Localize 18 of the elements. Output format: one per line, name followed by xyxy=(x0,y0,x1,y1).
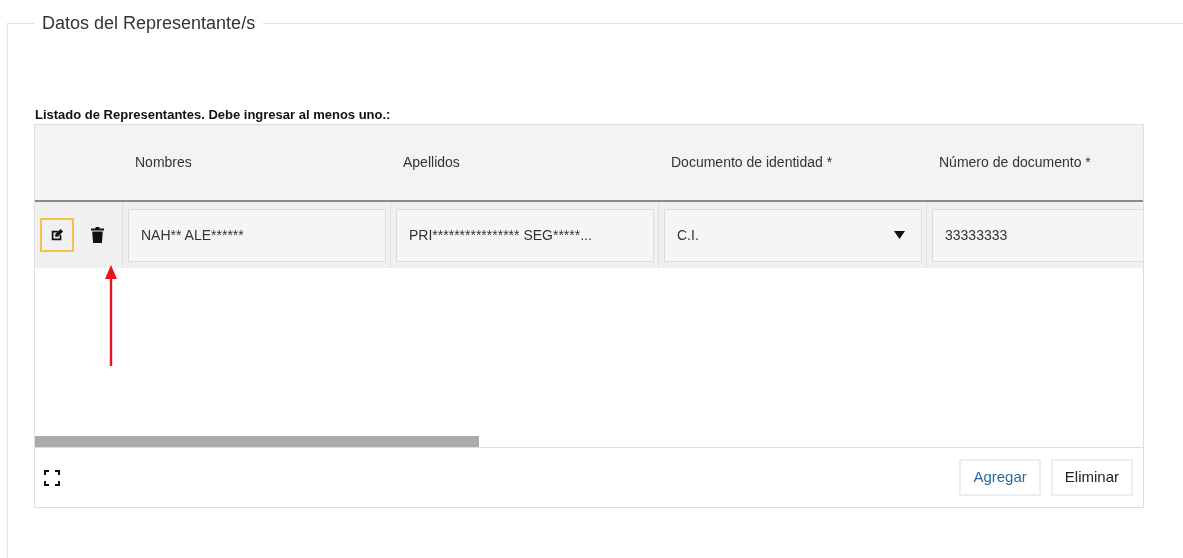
column-header: Apellidos xyxy=(403,153,460,172)
edit-icon xyxy=(50,228,64,242)
section-title: Datos del Representante/s xyxy=(41,12,257,34)
add-button[interactable]: Agregar xyxy=(959,459,1041,496)
edit-button[interactable] xyxy=(40,218,74,252)
list-label: Listado de Representantes. Debe ingresar al menos uno.: xyxy=(34,107,392,123)
document-type-select[interactable]: C.I. xyxy=(664,208,922,262)
scrollbar-thumb[interactable] xyxy=(35,436,479,447)
column-header: Número de documento * xyxy=(939,153,1091,172)
column-header: Nombres xyxy=(135,153,192,172)
fullscreen-icon[interactable] xyxy=(44,469,60,486)
input-field[interactable]: 33333333 xyxy=(932,208,1143,262)
column-header: Documento de identidad * xyxy=(671,153,833,172)
dropdown-caret-icon xyxy=(894,231,905,239)
input-field[interactable]: NAH** ALE****** xyxy=(128,208,386,262)
input-field[interactable]: PRI**************** SEG*****... xyxy=(396,208,654,262)
remove-button[interactable]: Eliminar xyxy=(1050,459,1133,496)
trash-icon xyxy=(90,227,104,243)
